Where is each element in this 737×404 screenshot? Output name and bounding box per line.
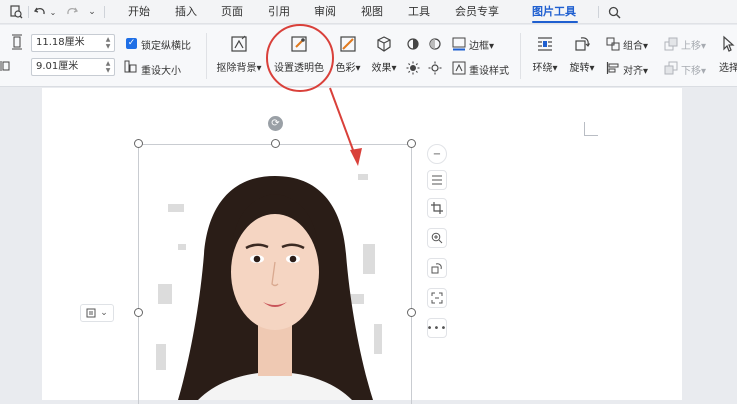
rotate-button[interactable]: 旋转▾	[566, 35, 598, 74]
height-input[interactable]: 11.18厘米 ▲ ▼	[31, 34, 115, 52]
undo-dropdown-icon[interactable]: ⌄	[49, 3, 57, 21]
resize-handle-right[interactable]	[407, 308, 416, 317]
group-label: 组合	[623, 41, 643, 52]
print-preview-icon[interactable]	[8, 3, 24, 21]
reset-style-label[interactable]: 重设样式	[469, 62, 509, 77]
height-value: 11.18厘米	[36, 37, 85, 48]
selection-frame	[138, 144, 412, 404]
more-quick-access-icon[interactable]: ⌄	[86, 3, 98, 21]
tab-page[interactable]: 页面	[221, 4, 243, 20]
effects-button[interactable]: 效果▾	[369, 35, 399, 74]
width-value: 9.01厘米	[36, 61, 79, 72]
select-label: 选择	[719, 63, 737, 74]
layout-options-widget[interactable]: ⌄	[80, 304, 114, 322]
layout-options-dropdown-icon: ⌄	[100, 308, 108, 318]
tab-review[interactable]: 审阅	[314, 4, 336, 20]
resize-handle-top-left[interactable]	[134, 139, 143, 148]
width-spinner[interactable]: ▲ ▼	[104, 60, 112, 74]
bring-forward-icon	[664, 35, 678, 53]
bring-forward-button: 上移▾	[681, 41, 707, 52]
align-label: 对齐	[623, 66, 643, 77]
resize-handle-top[interactable]	[271, 139, 280, 148]
send-backward-icon	[664, 59, 678, 77]
color-label: 色彩	[335, 63, 356, 74]
extract-text-icon[interactable]	[427, 288, 447, 308]
height-spinner[interactable]: ▲ ▼	[104, 36, 112, 50]
border-button[interactable]: 边框▾	[469, 37, 494, 52]
lock-ratio-label: 锁定纵横比	[141, 41, 191, 52]
height-icon	[10, 33, 24, 51]
more-options-icon[interactable]: •••	[427, 318, 447, 338]
select-icon	[720, 35, 737, 53]
width-input[interactable]: 9.01厘米 ▲ ▼	[31, 58, 115, 76]
effects-label: 效果	[371, 63, 392, 74]
border-icon[interactable]	[452, 35, 466, 53]
increase-contrast-icon[interactable]	[406, 35, 420, 53]
tab-member[interactable]: 会员专享	[455, 4, 499, 20]
active-tab-indicator	[532, 21, 578, 23]
floating-image-toolbar: − •••	[425, 142, 449, 342]
reset-size-label[interactable]: 重设大小	[141, 62, 181, 77]
width-icon	[0, 57, 10, 75]
send-backward-button: 下移▾	[681, 66, 707, 77]
move-up-label: 上移	[681, 41, 701, 52]
align-icon[interactable]	[606, 59, 620, 77]
layout-options-icon	[86, 308, 96, 318]
move-down-label: 下移	[681, 66, 701, 77]
group-button[interactable]: 组合▾	[623, 37, 648, 52]
increase-brightness-icon[interactable]	[406, 59, 420, 77]
menu-tab-bar: ⌄ ⌄ 开始 插入 页面 引用 审阅 视图 工具 会员专享 图片工具	[0, 0, 737, 24]
reset-style-icon[interactable]	[452, 59, 466, 77]
effects-cube-icon	[375, 35, 393, 53]
rotate-label: 旋转	[569, 63, 590, 74]
tab-insert[interactable]: 插入	[175, 4, 197, 20]
undo-icon[interactable]	[32, 3, 48, 21]
layout-wrap-icon[interactable]	[427, 170, 447, 190]
rotate-icon	[573, 35, 591, 53]
tab-references[interactable]: 引用	[268, 4, 290, 20]
tab-tools[interactable]: 工具	[408, 4, 430, 20]
decrease-brightness-icon[interactable]	[428, 59, 442, 77]
tab-picture-tools[interactable]: 图片工具	[532, 4, 576, 20]
wrap-label: 环绕	[532, 63, 553, 74]
redo-icon[interactable]	[64, 3, 80, 21]
crop-icon[interactable]	[427, 198, 447, 218]
remove-background-label: 抠除背景	[216, 63, 257, 74]
group-icon[interactable]	[606, 35, 620, 53]
wrap-button[interactable]: 环绕▾	[528, 35, 562, 74]
wrap-icon	[536, 35, 554, 53]
remove-background-icon	[230, 35, 248, 53]
resize-handle-top-right[interactable]	[407, 139, 416, 148]
search-icon[interactable]	[606, 3, 622, 21]
annotation-circle	[266, 24, 334, 92]
select-button[interactable]: 选择	[718, 35, 737, 74]
rotate-handle-icon[interactable]: ⟳	[268, 116, 283, 131]
lock-ratio-checkbox[interactable]: ✓	[126, 38, 137, 49]
rotate-image-icon[interactable]	[427, 258, 447, 278]
page-margin-corner-mark	[584, 122, 598, 136]
decrease-contrast-icon[interactable]	[428, 35, 442, 53]
collapse-toolbar-icon[interactable]: −	[427, 144, 447, 164]
color-icon	[339, 35, 357, 53]
align-button[interactable]: 对齐▾	[623, 62, 648, 77]
picture-tools-ribbon: 11.18厘米 ▲ ▼ 9.01厘米 ▲ ▼ ✓ 锁定纵横比 重设大小 抠除背景▾ …	[0, 25, 737, 87]
zoom-in-icon[interactable]	[427, 228, 447, 248]
remove-background-button[interactable]: 抠除背景▾	[214, 35, 264, 74]
tab-home[interactable]: 开始	[128, 4, 150, 20]
border-label: 边框	[469, 41, 489, 52]
resize-handle-left[interactable]	[134, 308, 143, 317]
color-button[interactable]: 色彩▾	[334, 35, 362, 74]
reset-size-icon[interactable]	[124, 59, 137, 73]
tab-view[interactable]: 视图	[361, 4, 383, 20]
